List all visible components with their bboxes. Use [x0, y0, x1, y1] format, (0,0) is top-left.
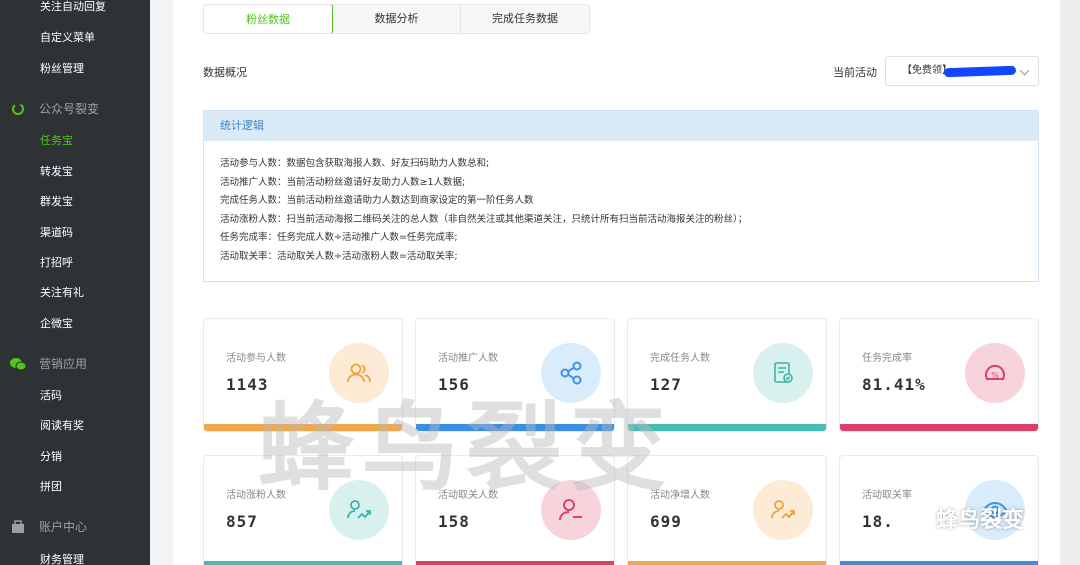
stat-bar — [840, 424, 1038, 431]
stat-bar — [840, 561, 1038, 565]
stat-bar — [204, 561, 402, 565]
stat-card-completed: 完成任务人数 127 — [627, 318, 827, 432]
stat-bar — [416, 561, 614, 565]
stats-logic-title: 统计逻辑 — [204, 111, 1038, 141]
tab-fan-data[interactable]: 粉丝数据 — [204, 5, 333, 33]
wechat-icon — [900, 505, 930, 531]
gauge-icon: % — [965, 343, 1025, 403]
tab-bar: 粉丝数据 数据分析 完成任务数据 — [203, 4, 590, 34]
stat-bar — [416, 424, 614, 431]
sidebar-group-label: 账户中心 — [39, 520, 88, 534]
tab-completed-tasks[interactable]: 完成任务数据 — [461, 5, 589, 33]
stat-label: 活动取关率 — [862, 490, 912, 501]
sidebar-item-channel-code[interactable]: 渠道码 — [40, 224, 73, 240]
stat-card-participants: 活动参与人数 1143 — [203, 318, 403, 432]
logic-line: 活动推广人数：当前活动粉丝邀请好友助力人数≥1人数据; — [220, 176, 466, 188]
sidebar-item-read-reward[interactable]: 阅读有奖 — [40, 417, 84, 433]
stat-label: 活动涨粉人数 — [226, 490, 286, 501]
sidebar-item-group-buy[interactable]: 拼团 — [40, 478, 62, 494]
sidebar-item-wecom[interactable]: 企微宝 — [40, 315, 73, 331]
logic-line: 活动取关率：活动取关人数÷活动涨粉人数=活动取关率; — [220, 250, 458, 262]
stat-card-new-fans: 活动涨粉人数 857 — [203, 455, 403, 565]
stat-bar — [628, 561, 826, 565]
stat-value: 156 — [438, 375, 470, 394]
user-minus-icon — [541, 480, 601, 540]
stat-label: 任务完成率 — [862, 353, 912, 364]
overview-label: 数据概况 — [203, 66, 247, 79]
stat-value: 1143 — [226, 375, 269, 394]
sidebar-item-live-code[interactable]: 活码 — [40, 387, 62, 403]
sidebar-item-follow-gift[interactable]: 关注有礼 — [40, 284, 84, 300]
stat-label: 活动取关人数 — [438, 490, 498, 501]
main-content: 粉丝数据 数据分析 完成任务数据 数据概况 当前活动 【免费领】 统计逻辑 活动… — [173, 0, 1060, 565]
stat-value: 127 — [650, 375, 682, 394]
stat-bar — [204, 424, 402, 431]
stat-value: 18. — [862, 512, 894, 531]
stat-label: 完成任务人数 — [650, 353, 710, 364]
brand-name: 蜂鸟裂变 — [936, 508, 1025, 533]
sidebar-group-label: 营销应用 — [39, 357, 88, 371]
users-icon — [329, 343, 389, 403]
sidebar-item-forward-treasure[interactable]: 转发宝 — [40, 163, 73, 179]
chevron-down-icon — [1019, 65, 1030, 76]
stat-card-promoters: 活动推广人数 156 — [415, 318, 615, 432]
current-activity-label: 当前活动 — [833, 66, 877, 79]
stat-card-completion-rate: 任务完成率 81.41% % — [839, 318, 1039, 432]
tab-data-analysis[interactable]: 数据分析 — [333, 5, 461, 33]
sidebar: 关注自动回复 自定义菜单 粉丝管理 公众号裂变 任务宝 转发宝 群发宝 渠道码 … — [0, 0, 150, 565]
trend-user-icon — [753, 480, 813, 540]
sidebar-item-greeting[interactable]: 打招呼 — [40, 254, 73, 270]
logic-line: 活动涨粉人数：扫当前活动海报二维码关注的总人数（非自然关注或其他渠道关注，只统计… — [220, 213, 748, 225]
sidebar-item-group-send[interactable]: 群发宝 — [40, 193, 73, 209]
stat-card-net-growth: 活动净增人数 699 — [627, 455, 827, 565]
right-gutter — [1060, 0, 1080, 565]
chat-icon — [10, 356, 26, 372]
trend-user-icon — [329, 480, 389, 540]
sidebar-group-fission[interactable]: 公众号裂变 — [10, 100, 99, 117]
task-doc-icon — [753, 343, 813, 403]
sidebar-item-task-treasure[interactable]: 任务宝 — [40, 132, 73, 148]
stat-label: 活动净增人数 — [650, 490, 710, 501]
stat-value: 81.41% — [862, 375, 926, 394]
sidebar-item-custom-menu[interactable]: 自定义菜单 — [40, 29, 95, 45]
sidebar-item-distribution[interactable]: 分销 — [40, 448, 62, 464]
account-icon — [10, 519, 26, 535]
share-icon — [541, 343, 601, 403]
sidebar-item-fan-management[interactable]: 粉丝管理 — [40, 60, 84, 76]
stat-label: 活动推广人数 — [438, 353, 498, 364]
logic-line: 任务完成率：任务完成人数÷活动推广人数=任务完成率; — [220, 232, 458, 243]
stat-value: 158 — [438, 512, 470, 531]
sidebar-group-marketing[interactable]: 营销应用 — [10, 355, 87, 372]
sidebar-group-label: 公众号裂变 — [39, 102, 100, 116]
stat-bar — [628, 424, 826, 431]
stat-label: 活动参与人数 — [226, 353, 286, 364]
stat-value: 699 — [650, 512, 682, 531]
activity-select[interactable]: 【免费领】 — [885, 56, 1039, 86]
stats-logic-panel: 统计逻辑 活动参与人数：数据包含获取海报人数、好友扫码助力人数总和; 活动推广人… — [203, 110, 1039, 282]
stat-card-unfollows: 活动取关人数 158 — [415, 455, 615, 565]
stat-value: 857 — [226, 512, 258, 531]
redaction-mark — [943, 65, 1017, 78]
sidebar-group-account[interactable]: 账户中心 — [10, 518, 87, 535]
sidebar-item-auto-reply[interactable]: 关注自动回复 — [40, 0, 106, 14]
brand-badge: 蜂鸟裂变 — [900, 502, 1024, 534]
swirl-icon — [10, 101, 26, 117]
logic-line: 活动参与人数：数据包含获取海报人数、好友扫码助力人数总和; — [220, 158, 490, 169]
svg-text:%: % — [991, 371, 999, 380]
logic-line: 完成任务人数：当前活动粉丝邀请助力人数达到商家设定的第一阶任务人数 — [220, 195, 534, 206]
sidebar-item-finance[interactable]: 财务管理 — [40, 551, 84, 565]
